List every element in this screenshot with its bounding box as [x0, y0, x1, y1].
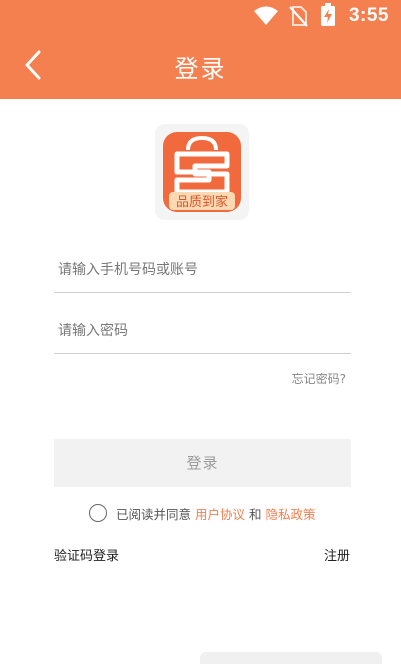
user-agreement-link[interactable]: 用户协议: [195, 504, 245, 523]
wifi-icon: [254, 6, 278, 25]
bottom-overlay-hint: [200, 652, 382, 664]
password-field[interactable]: [54, 313, 351, 354]
app-header: 登录: [0, 32, 401, 99]
account-field[interactable]: [54, 252, 351, 293]
status-time: 3:55: [348, 5, 389, 26]
register-link[interactable]: 注册: [324, 545, 350, 564]
battery-charging-icon: [321, 3, 335, 26]
privacy-policy-link[interactable]: 隐私政策: [266, 504, 316, 523]
agreement-and: 和: [249, 506, 262, 522]
login-button[interactable]: 登录: [54, 439, 351, 487]
sms-login-link[interactable]: 验证码登录: [54, 545, 119, 564]
shopping-bag-logo-icon: 品质到家: [163, 132, 241, 212]
agreement-prefix: 已阅读并同意: [116, 506, 192, 522]
forgot-password-link[interactable]: 忘记密码?: [292, 370, 346, 387]
no-sim-icon: [289, 6, 308, 27]
page-title: 登录: [174, 55, 227, 83]
agreement-row: 已阅读并同意 用户协议 和 隐私政策: [89, 502, 320, 524]
logo-caption: 品质到家: [176, 194, 228, 210]
password-input[interactable]: [54, 313, 351, 349]
account-input[interactable]: [54, 252, 351, 288]
status-bar: 3:55: [0, 0, 401, 32]
app-logo: 品质到家: [155, 124, 249, 220]
agreement-checkbox[interactable]: [89, 504, 107, 522]
